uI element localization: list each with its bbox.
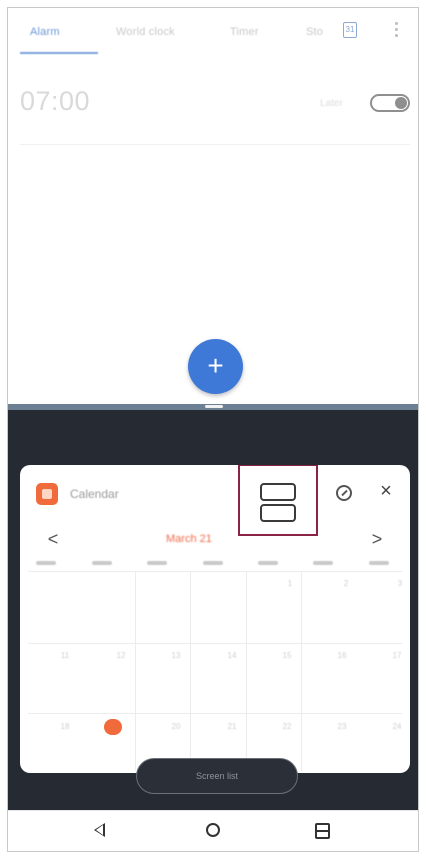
- weekday-label: [92, 561, 112, 565]
- active-tab-indicator: [20, 52, 98, 54]
- calendar-day[interactable]: 14: [224, 651, 240, 660]
- calendar-app-title: Calendar: [70, 487, 119, 501]
- more-options-icon[interactable]: [395, 22, 399, 40]
- alarm-time[interactable]: 07:00: [20, 86, 90, 117]
- next-month-chevron-icon[interactable]: >: [370, 529, 384, 550]
- recents-icon[interactable]: [315, 823, 330, 839]
- calendar-day[interactable]: 24: [389, 722, 405, 731]
- calendar-day[interactable]: 12: [113, 651, 129, 660]
- tab-timer[interactable]: Timer: [230, 26, 259, 38]
- calendar-day[interactable]: 2: [338, 579, 354, 588]
- calendar-grid-line: [246, 571, 247, 771]
- calendar-day[interactable]: 3: [392, 579, 408, 588]
- home-icon[interactable]: [206, 823, 220, 837]
- weekday-label: [313, 561, 333, 565]
- screen-list-button[interactable]: Screen list: [136, 758, 298, 794]
- split-screen-button[interactable]: [238, 465, 318, 536]
- calendar-day[interactable]: 20: [168, 722, 184, 731]
- calendar-day[interactable]: 11: [57, 651, 73, 660]
- clock-tab-bar: Alarm World clock Timer Sto 31: [8, 8, 418, 58]
- split-screen-icon: [260, 483, 296, 501]
- calendar-icon[interactable]: 31: [343, 22, 357, 38]
- calendar-day[interactable]: 18: [57, 722, 73, 731]
- back-icon[interactable]: [94, 823, 105, 837]
- weekday-label: [147, 561, 167, 565]
- weekday-label: [369, 561, 389, 565]
- split-divider-handle[interactable]: [205, 405, 223, 408]
- system-nav-bar: [8, 810, 418, 851]
- weekday-label: [203, 561, 223, 565]
- calendar-day[interactable]: 1: [282, 579, 298, 588]
- today-marker[interactable]: [104, 719, 122, 735]
- recent-apps-area: Calendar × < March 21 > 1 2 3 11 12 13 1…: [8, 410, 418, 810]
- alarm-toggle[interactable]: [370, 94, 410, 112]
- calendar-day[interactable]: 17: [389, 651, 405, 660]
- calendar-grid-line: [301, 571, 302, 771]
- calendar-day[interactable]: 21: [224, 722, 240, 731]
- calendar-app-icon: [36, 483, 58, 505]
- tab-stopwatch[interactable]: Sto: [306, 26, 323, 38]
- tab-alarm[interactable]: Alarm: [30, 26, 60, 38]
- weekday-label: [258, 561, 278, 565]
- calendar-grid-line: [28, 713, 402, 714]
- prev-month-chevron-icon[interactable]: <: [46, 529, 60, 550]
- weekday-label: [36, 561, 56, 565]
- toggle-knob: [395, 97, 407, 109]
- calendar-grid-line: [135, 571, 136, 771]
- calendar-day[interactable]: 13: [168, 651, 184, 660]
- calendar-app-card[interactable]: Calendar × < March 21 > 1 2 3 11 12 13 1…: [20, 465, 410, 773]
- calendar-day[interactable]: 22: [279, 722, 295, 731]
- close-icon[interactable]: ×: [375, 479, 397, 503]
- calendar-grid-line: [28, 571, 402, 572]
- month-label: March 21: [166, 533, 212, 545]
- pin-icon[interactable]: [336, 485, 352, 501]
- add-alarm-button[interactable]: +: [188, 339, 243, 394]
- calendar-day[interactable]: 23: [334, 722, 350, 731]
- calendar-day[interactable]: 15: [279, 651, 295, 660]
- calendar-grid-line: [28, 643, 402, 644]
- device-screen: Alarm World clock Timer Sto 31 07:00 Lat…: [7, 7, 419, 852]
- calendar-day[interactable]: 16: [334, 651, 350, 660]
- alarm-row-divider: [20, 144, 410, 145]
- split-screen-icon-lower: [260, 504, 296, 522]
- tab-world-clock[interactable]: World clock: [116, 26, 175, 38]
- calendar-grid-line: [190, 571, 191, 771]
- alarm-label: Later: [320, 98, 343, 109]
